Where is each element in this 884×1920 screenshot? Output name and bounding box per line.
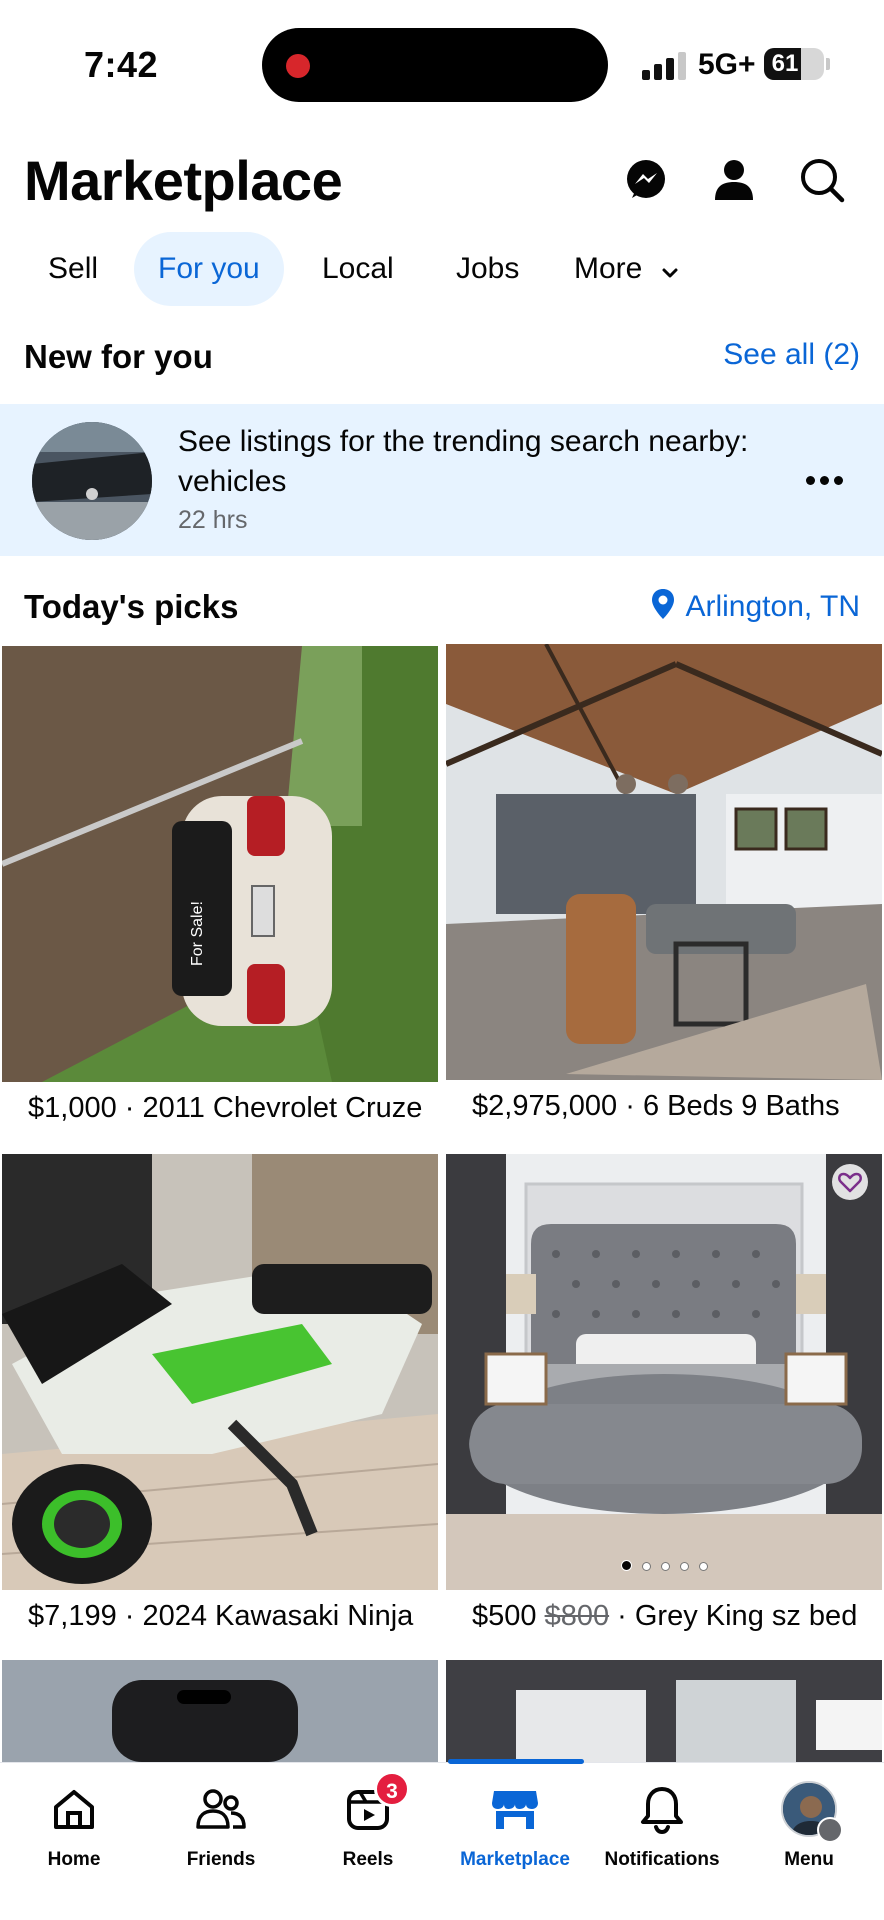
location-link[interactable]: Arlington, TN <box>651 588 860 628</box>
listing-photo <box>446 1154 882 1590</box>
listing-card[interactable] <box>2 1660 438 1762</box>
page-title: Marketplace <box>24 149 343 212</box>
tab-for-you[interactable]: For you <box>134 232 284 306</box>
tab-sell[interactable]: Sell <box>24 232 122 306</box>
battery-icon: 61 <box>764 48 824 80</box>
listing-price: $2,975,000 <box>472 1090 618 1122</box>
tab-label: For you <box>158 252 260 285</box>
trending-notification[interactable]: See listings for the trending search nea… <box>0 404 884 556</box>
tab-local[interactable]: Local <box>298 232 418 306</box>
category-tabs: Sell For you Local Jobs More <box>0 232 884 306</box>
status-time: 7:42 <box>84 44 159 85</box>
nav-label: Menu <box>784 1849 834 1870</box>
dynamic-island <box>262 28 608 102</box>
tab-label: Sell <box>48 252 99 285</box>
separator: · <box>116 1092 143 1124</box>
more-options-icon[interactable] <box>806 470 854 490</box>
tab-label: More <box>574 252 643 285</box>
listing-card[interactable]: For Sale! $1,000 · 2011 Chevrolet Cruze <box>2 646 438 1146</box>
reels-icon: 3 <box>340 1771 410 1837</box>
listing-caption: $500 $800 · Grey King sz bed <box>446 1600 882 1633</box>
listing-photo: For Sale! <box>2 646 438 1082</box>
listing-caption: $2,975,000 · 6 Beds 9 Baths <box>446 1090 882 1123</box>
save-heart-icon[interactable] <box>832 1164 868 1200</box>
listing-card[interactable]: $2,975,000 · 6 Beds 9 Baths <box>446 644 882 1144</box>
notification-thumbnail <box>32 422 152 540</box>
notification-time: 22 hrs <box>178 506 248 534</box>
profile-icon[interactable] <box>708 154 760 206</box>
todays-picks-header: Today's picks Arlington, TN <box>0 588 884 638</box>
section-title: Today's picks <box>24 588 239 625</box>
tab-jobs[interactable]: Jobs <box>432 232 543 306</box>
listing-photo <box>446 1660 882 1762</box>
avatar <box>781 1781 843 1843</box>
separator: · <box>609 1600 635 1632</box>
nav-label: Friends <box>186 1849 256 1870</box>
nav-menu[interactable]: Menu <box>735 1781 883 1901</box>
nav-marketplace[interactable]: Marketplace <box>441 1781 589 1901</box>
recording-indicator <box>286 54 310 78</box>
new-for-you-header: New for you See all (2) <box>0 338 884 388</box>
menu-badge-icon <box>817 1817 843 1843</box>
listing-title: Grey King sz bed <box>634 1600 858 1632</box>
nav-notifications[interactable]: Notifications <box>588 1781 736 1901</box>
tab-more[interactable]: More <box>550 232 703 306</box>
see-all-link[interactable]: See all (2) <box>723 338 860 372</box>
listing-price: $7,199 <box>28 1600 117 1632</box>
listing-caption: $1,000 · 2011 Chevrolet Cruze <box>2 1092 438 1125</box>
listing-price: $500 <box>472 1600 537 1632</box>
notification-text: See listings for the trending search nea… <box>178 425 749 498</box>
listing-photo <box>2 1660 438 1762</box>
nav-label: Home <box>47 1849 101 1870</box>
active-tab-indicator <box>448 1759 584 1764</box>
search-icon[interactable] <box>796 154 848 206</box>
battery-level: 61 <box>771 50 799 77</box>
listing-old-price: $800 <box>544 1600 610 1632</box>
separator: · <box>116 1600 143 1632</box>
listing-card[interactable]: $500 $800 · Grey King sz bed <box>446 1154 882 1654</box>
notification-badge: 3 <box>374 1771 410 1807</box>
listing-title: 2011 Chevrolet Cruze <box>142 1092 423 1124</box>
svg-text:For Sale!: For Sale! <box>189 901 206 966</box>
location-text: Arlington, TN <box>685 589 860 623</box>
battery-cap <box>826 58 830 70</box>
listing-title: 2024 Kawasaki Ninja <box>142 1600 414 1632</box>
nav-label: Marketplace <box>460 1849 570 1870</box>
listing-caption: $7,199 · 2024 Kawasaki Ninja <box>2 1600 438 1633</box>
listing-title: 6 Beds 9 Baths <box>642 1090 840 1122</box>
nav-label: Notifications <box>604 1849 720 1870</box>
listing-photo <box>446 644 882 1080</box>
marketplace-icon <box>487 1781 543 1837</box>
bell-icon <box>634 1781 690 1837</box>
status-bar: 7:42 5G+ 61 <box>0 0 884 130</box>
chevron-down-icon <box>661 233 679 307</box>
listing-price: $1,000 <box>28 1092 117 1124</box>
location-pin-icon <box>651 588 675 628</box>
separator: · <box>617 1090 643 1122</box>
tab-label: Local <box>322 252 394 285</box>
nav-friends[interactable]: Friends <box>147 1781 295 1901</box>
home-icon <box>46 1781 102 1837</box>
carousel-dots <box>446 1558 882 1576</box>
bottom-nav: Home Friends 3 Reels Marketplace Notific… <box>0 1759 884 1920</box>
signal-icon <box>642 52 688 80</box>
nav-label: Reels <box>342 1849 394 1870</box>
nav-home[interactable]: Home <box>0 1781 148 1901</box>
listing-photo <box>2 1154 438 1590</box>
messenger-icon[interactable] <box>620 154 672 206</box>
section-title: New for you <box>24 338 213 375</box>
tab-label: Jobs <box>456 252 520 285</box>
listing-card[interactable]: $7,199 · 2024 Kawasaki Ninja <box>2 1154 438 1654</box>
nav-reels[interactable]: 3 Reels <box>294 1771 442 1901</box>
header: Marketplace <box>0 140 884 220</box>
friends-icon <box>193 1781 249 1837</box>
listing-card[interactable] <box>446 1660 882 1762</box>
network-type: 5G+ <box>698 48 756 81</box>
